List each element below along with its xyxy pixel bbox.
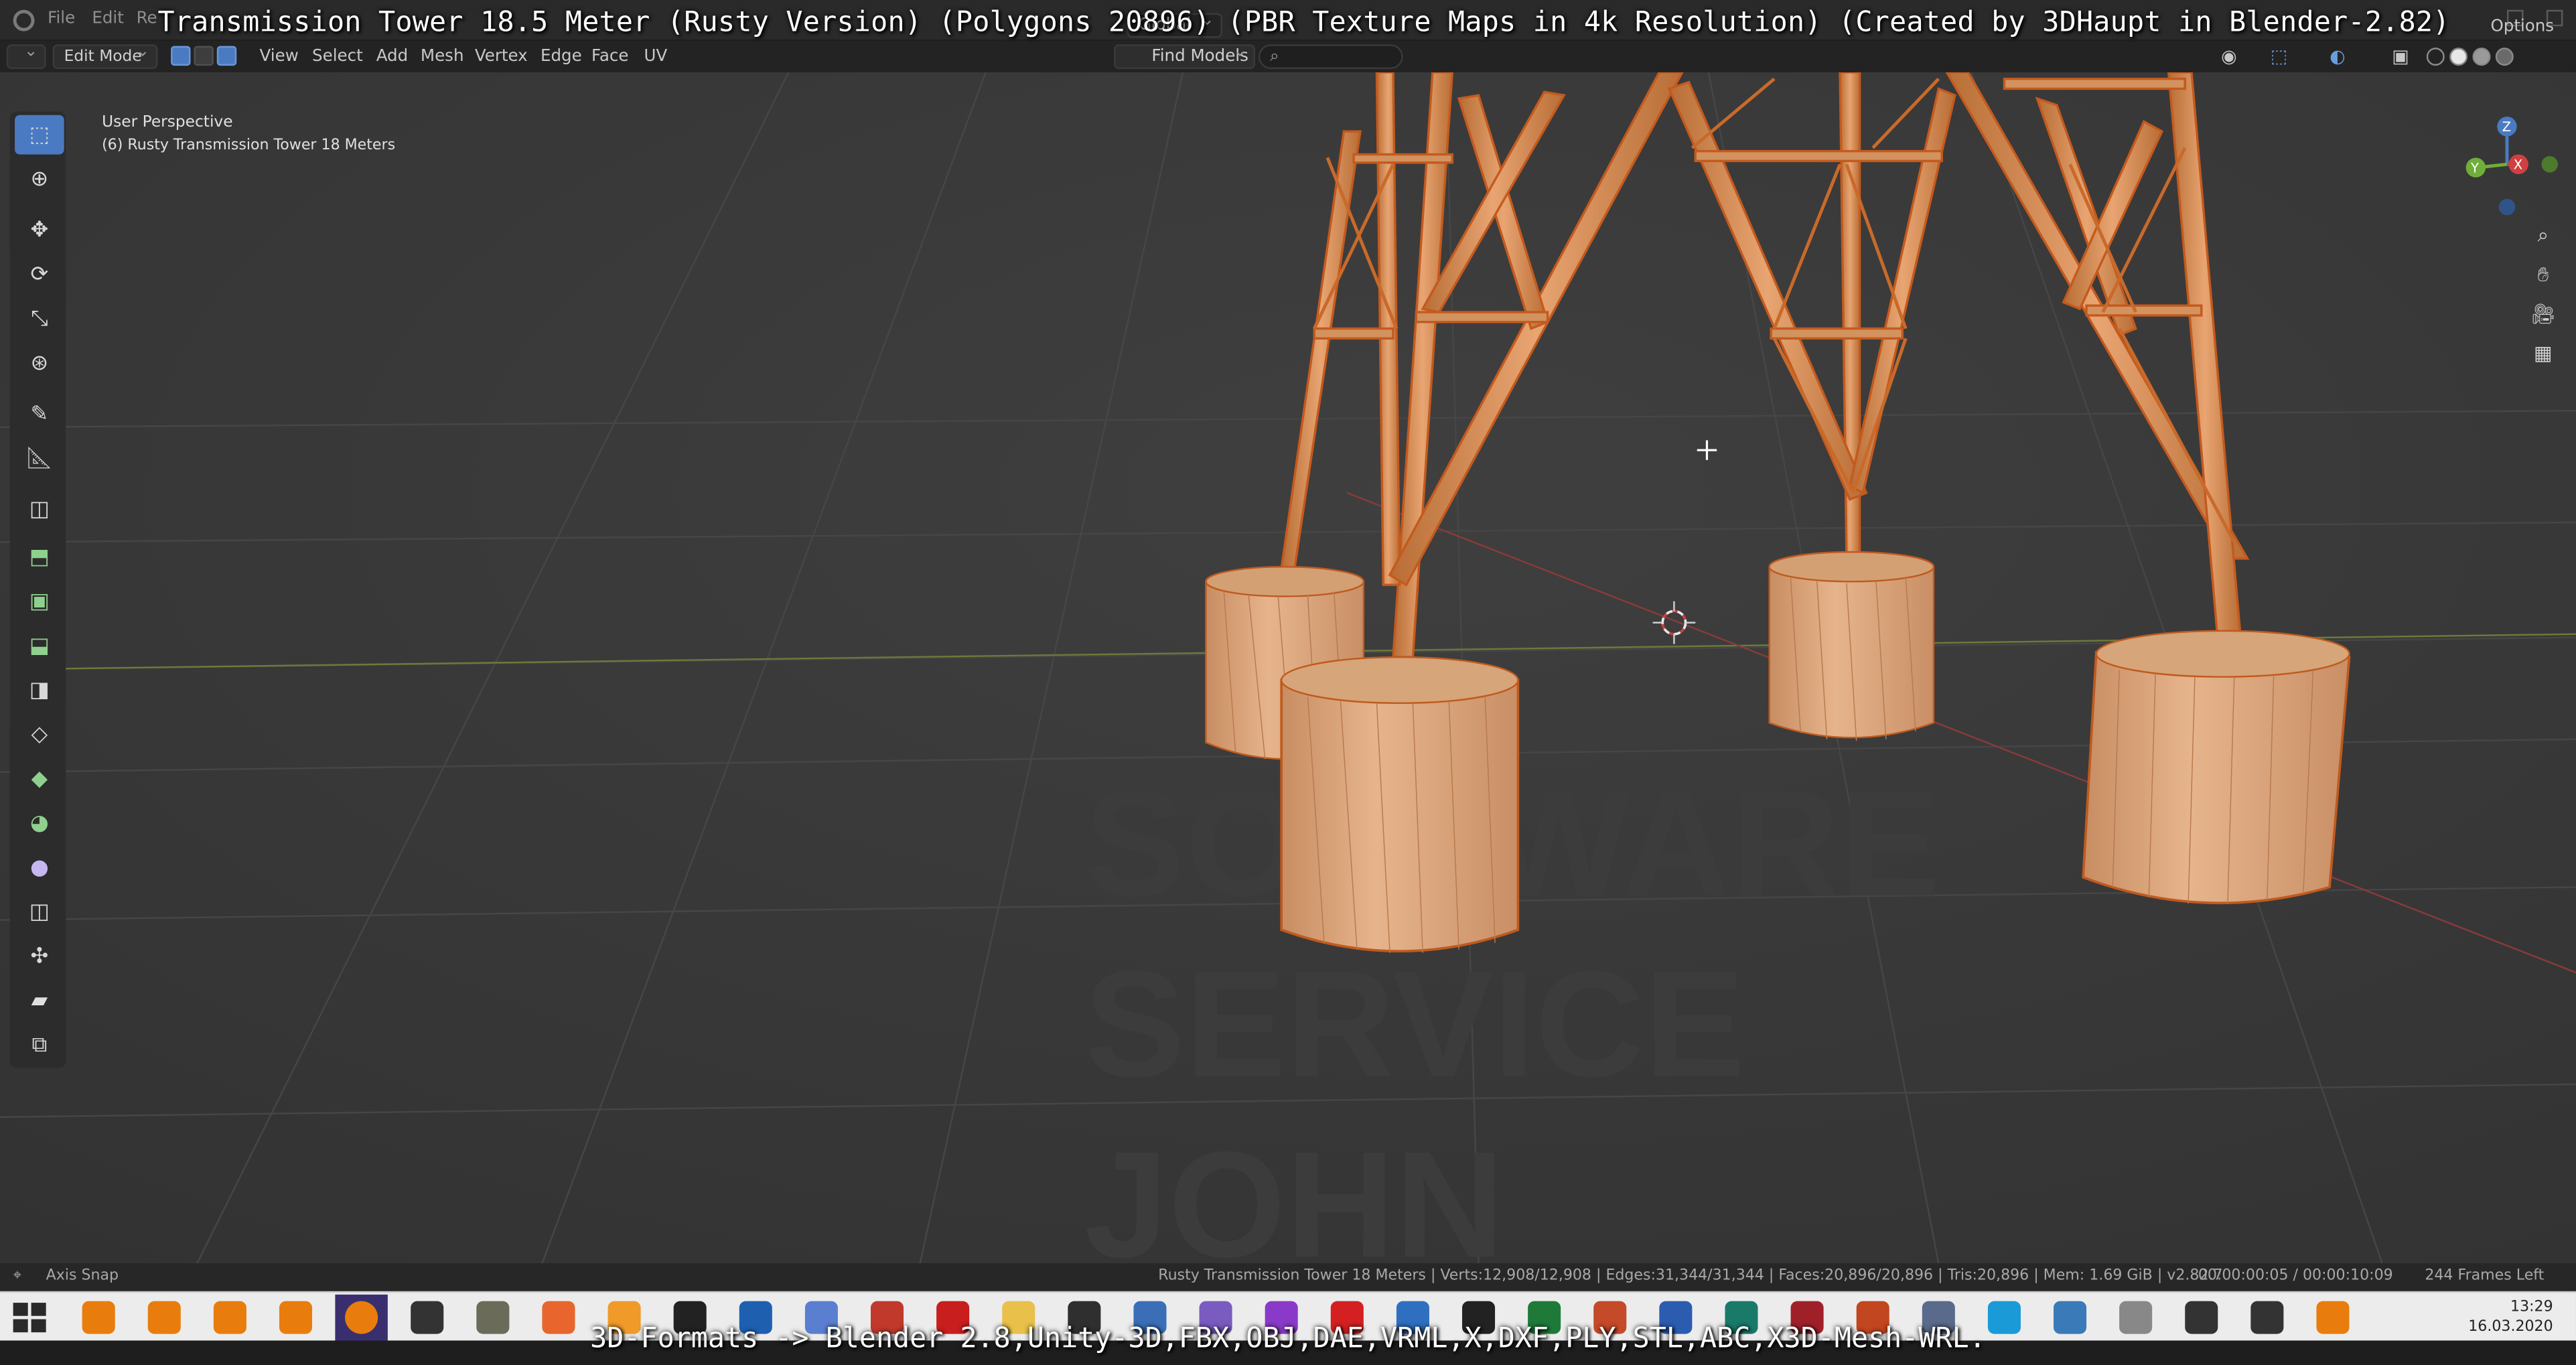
menu-render[interactable]: Re: [137, 10, 157, 28]
search-input[interactable]: ⌕: [1258, 44, 1403, 70]
object-label: (6) Rusty Transmission Tower 18 Meters: [102, 138, 396, 155]
editor-type-dropdown[interactable]: [6, 41, 46, 70]
edge-select-button[interactable]: [194, 46, 214, 66]
edge-slide-icon[interactable]: ◫: [25, 897, 54, 926]
blender-window: File Edit Re Edit Mode View Select Add M…: [0, 0, 2576, 1365]
viewport-header: Edit Mode View Select Add Mesh Vertex Ed…: [0, 10, 2576, 72]
extrude-icon[interactable]: ⬒: [25, 542, 54, 571]
timecode: 00:00:00:05 / 00:00:10:09: [2198, 1268, 2393, 1285]
menu-edit[interactable]: Edit: [92, 10, 124, 28]
watermark-line-3: JOHN: [1084, 1120, 1504, 1263]
move-icon[interactable]: ✥: [25, 215, 54, 244]
menu-select[interactable]: Select: [312, 41, 363, 72]
material-shading-icon[interactable]: [2472, 48, 2491, 66]
perspective-grid-icon[interactable]: ▦: [2526, 337, 2559, 370]
pan-hand-icon[interactable]: ✋︎: [2526, 258, 2559, 291]
status-left: Axis Snap: [46, 1268, 119, 1285]
solid-shading-icon[interactable]: [2449, 48, 2468, 66]
gizmo-y-label: Y: [2470, 161, 2480, 176]
zoom-icon[interactable]: ⌕: [2526, 218, 2559, 251]
add-cube-icon[interactable]: ◫: [25, 494, 54, 524]
cursor-icon[interactable]: ⊕: [25, 164, 54, 194]
gizmo-x-label: X: [2514, 157, 2522, 173]
face-select-button[interactable]: [216, 46, 237, 66]
rip-icon[interactable]: ⧉: [25, 1030, 54, 1060]
rendered-shading-icon[interactable]: [2495, 48, 2514, 66]
shrink-fatten-icon[interactable]: ✣: [25, 941, 54, 971]
poly-build-icon[interactable]: ◆: [25, 764, 54, 794]
select-box-icon[interactable]: ⬚: [15, 115, 64, 155]
menu-edge[interactable]: Edge: [541, 41, 582, 72]
mode-dropdown[interactable]: Edit Mode: [52, 41, 158, 70]
spin-icon[interactable]: ◕: [25, 808, 54, 838]
menu-mesh[interactable]: Mesh: [421, 41, 464, 72]
smooth-icon[interactable]: ●: [25, 853, 54, 882]
menu-add[interactable]: Add: [376, 41, 409, 72]
status-bar: ⌖ Axis Snap Rusty Transmission Tower 18 …: [0, 1263, 2576, 1291]
view-name: User Perspective: [102, 113, 233, 132]
menu-vertex[interactable]: Vertex: [475, 41, 528, 72]
footing-front-right: [2082, 630, 2351, 905]
annotate-icon[interactable]: ✎: [25, 399, 54, 429]
watermark-line-2: SERVICE: [1084, 940, 1745, 1108]
measure-icon[interactable]: 📐︎: [25, 443, 54, 473]
rotate-icon[interactable]: ⟳: [25, 260, 54, 289]
tool-shelf: ⬚ ⊕ ✥ ⟳ ⤡ ⊛ ✎ 📐︎ ◫ ⬒ ▣ ⬓ ◨ ◇ ◆ ◕ ● ◫ ✣ ▰…: [9, 111, 66, 1068]
menu-face[interactable]: Face: [591, 41, 628, 72]
wireframe-shading-icon[interactable]: [2426, 48, 2445, 66]
caption-text: 3D-Formats -> Blender 2.8,Unity-3D,FBX,O…: [590, 1322, 1986, 1356]
shear-icon[interactable]: ▰: [25, 986, 54, 1015]
video-title-overlay: Transmission Tower 18.5 Meter (Rusty Ver…: [157, 6, 2450, 40]
inset-icon[interactable]: ▣: [25, 587, 54, 616]
footing-back-right: [1768, 551, 1935, 741]
gizmo-z-label: Z: [2502, 119, 2511, 135]
menu-view[interactable]: View: [260, 41, 299, 72]
find-models-label: Find Models: [1151, 48, 1248, 66]
knife-icon[interactable]: ◇: [25, 719, 54, 749]
overlay-toggle-icon[interactable]: ◐: [2330, 41, 2346, 72]
3d-viewport[interactable]: SOFTWARE SERVICE JOHN: [0, 72, 2576, 1264]
gizmo-toggle-icon[interactable]: ⬚: [2271, 41, 2288, 72]
camera-icon[interactable]: 🎥︎: [2526, 297, 2559, 330]
scene-stats: Rusty Transmission Tower 18 Meters | Ver…: [1158, 1268, 2223, 1285]
menu-file[interactable]: File: [48, 10, 75, 28]
transform-icon[interactable]: ⊛: [25, 348, 54, 378]
blender-logo-icon[interactable]: [13, 9, 35, 31]
options-dropdown[interactable]: Options: [2490, 11, 2554, 43]
find-models-dropdown[interactable]: Find Models: [1113, 41, 1255, 70]
visibility-icon[interactable]: ◉: [2221, 41, 2237, 72]
xray-toggle-icon[interactable]: ▣: [2392, 41, 2409, 72]
axis-snap-icon: ⌖: [13, 1268, 22, 1285]
scale-icon[interactable]: ⤡: [25, 304, 54, 334]
clock-time: 13:29: [2510, 1299, 2553, 1316]
menu-uv[interactable]: UV: [644, 41, 667, 72]
vertex-select-button[interactable]: [171, 46, 191, 66]
bevel-icon[interactable]: ⬓: [25, 631, 54, 660]
scene-render: SOFTWARE SERVICE JOHN: [0, 72, 2576, 1264]
footing-front-left: [1280, 656, 1520, 953]
frames-left: 244 Frames Left: [2425, 1268, 2545, 1285]
loop-cut-icon[interactable]: ◨: [25, 675, 54, 705]
